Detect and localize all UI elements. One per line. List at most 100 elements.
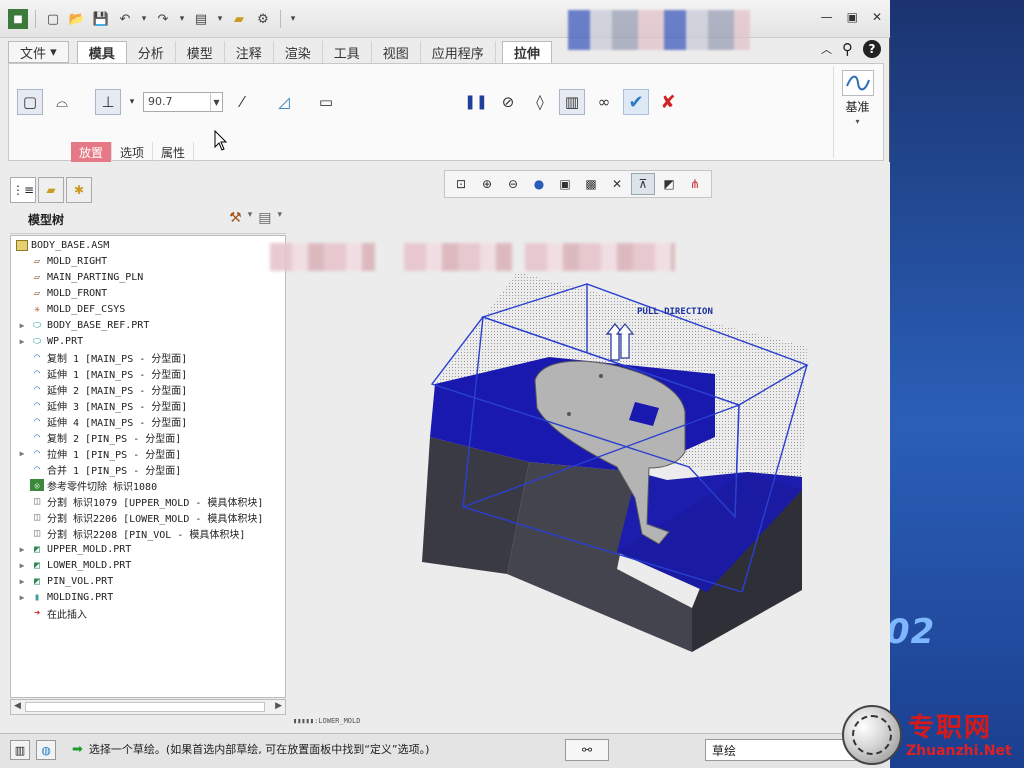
tree-item[interactable]: ▶ ⬭ WP.PRT <box>11 333 285 349</box>
window-icon[interactable]: ▤ <box>191 9 211 29</box>
folder-browser-tab-icon[interactable]: ▰ <box>38 177 64 203</box>
tree-item[interactable]: ➜ 在此插入 <box>11 605 285 621</box>
help-icon[interactable]: ? <box>863 40 881 58</box>
regenerate-icon[interactable]: ⚙ <box>253 9 273 29</box>
tree-item[interactable]: ✳ MOLD_DEF_CSYS <box>11 301 285 317</box>
maximize-icon[interactable]: ▣ <box>847 10 858 24</box>
scroll-thumb[interactable] <box>25 702 265 712</box>
redo-dropdown-icon[interactable]: ▾ <box>177 9 187 29</box>
save-icon[interactable]: 💾 <box>91 9 111 29</box>
tab-placement[interactable]: 放置 <box>71 142 113 162</box>
expand-arrow-icon[interactable]: ▶ <box>17 449 27 458</box>
spin-center-icon[interactable]: ⊼ <box>631 173 655 195</box>
tab-render[interactable]: 渲染 <box>274 41 323 63</box>
expand-arrow-icon[interactable]: ▶ <box>17 577 27 586</box>
tab-tools[interactable]: 工具 <box>323 41 372 63</box>
tree-item[interactable]: ▶ ◩ LOWER_MOLD.PRT <box>11 557 285 573</box>
zoom-in-icon[interactable]: ⊕ <box>475 173 499 195</box>
expand-arrow-icon[interactable]: ▶ <box>17 321 27 330</box>
tree-item[interactable]: ▶ ◩ PIN_VOL.PRT <box>11 573 285 589</box>
preview-geometry-icon[interactable]: ◊ <box>527 89 553 115</box>
tab-mold[interactable]: 模具 <box>76 41 127 63</box>
depth-option-dropdown-icon[interactable]: ▾ <box>127 89 137 115</box>
ok-checkmark-icon[interactable]: ✔ <box>623 89 649 115</box>
glasses-preview-icon[interactable]: ∞ <box>591 89 617 115</box>
verify-mode-icon[interactable]: ▥ <box>559 89 585 115</box>
expand-arrow-icon[interactable]: ▶ <box>17 561 27 570</box>
surface-extrude-icon[interactable]: ⌓ <box>49 89 75 115</box>
search-icon[interactable]: ⚲ <box>842 40 853 58</box>
folder-icon[interactable]: ▰ <box>229 9 249 29</box>
new-icon[interactable]: ▢ <box>43 9 63 29</box>
cancel-x-icon[interactable]: ✘ <box>655 89 681 115</box>
tree-horizontal-scrollbar[interactable]: ◀ ▶ <box>10 699 286 715</box>
redo-icon[interactable]: ↷ <box>153 9 173 29</box>
tree-item[interactable]: ◠ 延伸 2 [MAIN_PS - 分型面] <box>11 381 285 397</box>
tab-extrude[interactable]: 拉伸 <box>501 41 552 63</box>
repaint-icon[interactable]: ● <box>527 173 551 195</box>
tree-item[interactable]: ◠ 延伸 1 [MAIN_PS - 分型面] <box>11 365 285 381</box>
annotation-display-icon[interactable]: ◩ <box>657 173 681 195</box>
collapse-ribbon-icon[interactable]: ︿ <box>821 41 832 57</box>
tree-item[interactable]: ▶ ⬭ BODY_BASE_REF.PRT <box>11 317 285 333</box>
tree-item[interactable]: ◠ 延伸 3 [MAIN_PS - 分型面] <box>11 397 285 413</box>
tab-analysis[interactable]: 分析 <box>127 41 176 63</box>
tab-model[interactable]: 模型 <box>176 41 225 63</box>
tree-settings-dropdown-icon[interactable]: ▾ <box>248 210 253 226</box>
tree-item[interactable]: ▱ MOLD_RIGHT <box>11 253 285 269</box>
undo-icon[interactable]: ↶ <box>115 9 135 29</box>
pause-icon[interactable]: ❚❚ <box>463 89 489 115</box>
tab-properties[interactable]: 属性 <box>153 142 195 162</box>
datum-display-icon[interactable]: ✕ <box>605 173 629 195</box>
expand-arrow-icon[interactable]: ▶ <box>17 545 27 554</box>
depth-value-input[interactable]: 90.7 ▼ <box>143 92 223 112</box>
datum-dropdown-icon[interactable]: ▾ <box>855 117 859 126</box>
tree-item[interactable]: ◫ 分割 标识1079 [UPPER_MOLD - 模具体积块] <box>11 493 285 509</box>
tree-item[interactable]: ◫ 分割 标识2208 [PIN_VOL - 模具体积块] <box>11 525 285 541</box>
open-icon[interactable]: 📂 <box>67 9 87 29</box>
tree-item[interactable]: ▱ MAIN_PARTING_PLN <box>11 269 285 285</box>
scroll-left-icon[interactable]: ◀ <box>14 701 21 711</box>
customize-toolbar-icon[interactable]: ▾ <box>288 9 298 29</box>
depth-dropdown-icon[interactable]: ▼ <box>210 93 222 111</box>
sketch-view-icon[interactable]: ⋔ <box>683 173 707 195</box>
minimize-icon[interactable]: — <box>821 10 833 24</box>
tree-show-icon[interactable]: ▤ <box>258 210 271 226</box>
tab-options[interactable]: 选项 <box>112 142 154 162</box>
tree-item[interactable]: ◠ 复制 1 [MAIN_PS - 分型面] <box>11 349 285 365</box>
tree-item[interactable]: ◠ 复制 2 [PIN_PS - 分型面] <box>11 429 285 445</box>
browser-toggle-icon[interactable]: ◍ <box>36 740 56 760</box>
app-logo-icon[interactable]: ■ <box>8 9 28 29</box>
refit-icon[interactable]: ⊡ <box>449 173 473 195</box>
no-preview-icon[interactable]: ⊘ <box>495 89 521 115</box>
tree-item[interactable]: ▶ ◠ 拉伸 1 [PIN_PS - 分型面] <box>11 445 285 461</box>
scroll-right-icon[interactable]: ▶ <box>275 701 282 711</box>
datum-group[interactable]: 基准 ▾ <box>833 66 881 158</box>
tree-item[interactable]: ▱ MOLD_FRONT <box>11 285 285 301</box>
tree-settings-icon[interactable]: ⚒ <box>229 210 242 226</box>
close-icon[interactable]: ✕ <box>872 10 882 24</box>
display-style-icon[interactable]: ▣ <box>553 173 577 195</box>
expand-arrow-icon[interactable]: ▶ <box>17 337 27 346</box>
tree-item[interactable]: BODY_BASE.ASM <box>11 237 285 253</box>
tab-view[interactable]: 视图 <box>372 41 421 63</box>
find-binoculars-icon[interactable]: ⚯ <box>565 739 609 761</box>
mold-model-viewport[interactable]: PULL DIRECTION <box>287 262 890 732</box>
tree-item[interactable]: ◠ 延伸 4 [MAIN_PS - 分型面] <box>11 413 285 429</box>
saved-views-icon[interactable]: ▩ <box>579 173 603 195</box>
solid-extrude-icon[interactable]: ▢ <box>17 89 43 115</box>
undo-dropdown-icon[interactable]: ▾ <box>139 9 149 29</box>
datum-curve-icon[interactable] <box>841 70 874 96</box>
expand-arrow-icon[interactable]: ▶ <box>17 593 27 602</box>
tab-file[interactable]: 文件 ▾ <box>8 41 69 63</box>
tree-item[interactable]: ◫ 分割 标识2206 [LOWER_MOLD - 模具体积块] <box>11 509 285 525</box>
tree-item[interactable]: ▶ ◩ UPPER_MOLD.PRT <box>11 541 285 557</box>
tree-item[interactable]: ◠ 合并 1 [PIN_PS - 分型面] <box>11 461 285 477</box>
tree-show-dropdown-icon[interactable]: ▾ <box>277 210 282 226</box>
depth-option-icon[interactable]: ⊥ <box>95 89 121 115</box>
model-tree-tab-icon[interactable]: ⋮≡ <box>10 177 36 203</box>
flip-direction-icon[interactable]: ⁄ <box>229 89 255 115</box>
tab-annotate[interactable]: 注释 <box>225 41 274 63</box>
thicken-sketch-icon[interactable]: ▭ <box>313 89 339 115</box>
remove-material-icon[interactable]: ◿ <box>271 89 297 115</box>
